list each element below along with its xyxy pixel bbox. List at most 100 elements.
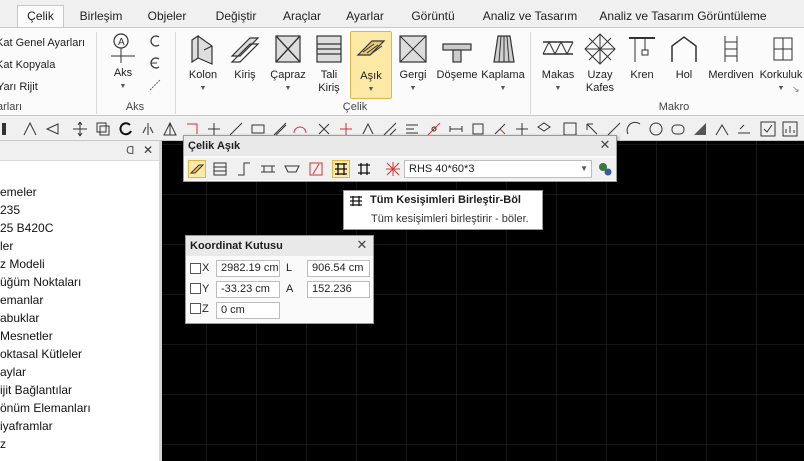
x-checkbox[interactable] bbox=[190, 263, 201, 274]
tree-item[interactable]: emanlar bbox=[0, 293, 43, 307]
aks-button[interactable]: A Aks ▼ bbox=[104, 31, 142, 99]
y-field[interactable]: -33.23 cm bbox=[216, 281, 280, 298]
tab-ayarlar[interactable]: Ayarlar bbox=[338, 6, 392, 27]
dialog-launcher-icon[interactable]: ↘ bbox=[792, 84, 800, 95]
aks-icon: A bbox=[111, 33, 135, 63]
pin-icon[interactable]: ᗡ bbox=[126, 144, 134, 157]
circle-icon[interactable] bbox=[648, 121, 664, 137]
rotate-icon[interactable] bbox=[118, 121, 134, 137]
x-label: X bbox=[202, 262, 210, 274]
chevron-down-icon: ▼ bbox=[580, 164, 588, 173]
tree-item[interactable]: ijit Bağlantılar bbox=[0, 383, 72, 397]
measure-angle-icon[interactable] bbox=[22, 121, 38, 137]
tree-item[interactable]: 235 bbox=[0, 203, 20, 217]
svg-text:A: A bbox=[118, 37, 125, 48]
asik-delete-icon[interactable] bbox=[308, 161, 324, 177]
tab-araclar[interactable]: Araçlar bbox=[276, 6, 328, 27]
z-label: Z bbox=[202, 303, 209, 315]
close-icon[interactable]: ✕ bbox=[598, 138, 612, 152]
intersection-icon[interactable] bbox=[385, 161, 401, 177]
makas-button[interactable]: Makas ▼ bbox=[536, 31, 580, 99]
yari-rijit-button[interactable]: Yarı Rijit bbox=[0, 77, 38, 97]
arc-icon[interactable] bbox=[626, 121, 642, 137]
kolon-button[interactable]: Kolon ▼ bbox=[183, 31, 223, 99]
mirror-icon[interactable] bbox=[140, 121, 156, 137]
tali-kiris-button[interactable]: Tali Kiriş bbox=[311, 31, 347, 99]
tooltip-title: Tüm Kesişimleri Birleştir-Böl bbox=[370, 194, 521, 206]
tab-analiz-tasarim-goruntuleme[interactable]: Analiz ve Tasarım Görüntüleme bbox=[598, 6, 768, 27]
tree-item[interactable]: ler bbox=[0, 239, 13, 253]
tali-kiris-label: Tali Kiriş bbox=[318, 69, 340, 94]
kiris-button[interactable]: Kiriş bbox=[226, 31, 264, 99]
korkuluk-icon bbox=[773, 37, 793, 61]
tree-item[interactable]: iyaframlar bbox=[0, 419, 53, 433]
kaplama-label: Kaplama bbox=[481, 69, 525, 81]
cloud-icon[interactable] bbox=[670, 121, 686, 137]
tree-item[interactable]: z Modeli bbox=[0, 257, 45, 271]
tree-item[interactable]: Mesnetler bbox=[0, 329, 53, 343]
uzay-kafes-button[interactable]: Uzay Kafes bbox=[582, 31, 618, 99]
section-settings-icon[interactable] bbox=[597, 161, 613, 177]
tab-analiz-tasarim[interactable]: Analiz ve Tasarım bbox=[478, 6, 582, 27]
kren-button[interactable]: Kren bbox=[622, 31, 662, 99]
capraz-label: Çapraz bbox=[270, 69, 306, 81]
tree-item[interactable]: oktasal Kütleler bbox=[0, 347, 82, 361]
kat-kopyala-button[interactable]: Kat Kopyala bbox=[0, 55, 55, 75]
aks-small-tool-1-icon[interactable] bbox=[148, 34, 162, 48]
close-icon[interactable]: ✕ bbox=[143, 143, 153, 157]
tab-celik[interactable]: Çelik bbox=[17, 5, 64, 28]
kiris-icon bbox=[230, 37, 260, 63]
kaplama-button[interactable]: Kaplama ▼ bbox=[480, 31, 526, 99]
scale-icon[interactable] bbox=[162, 121, 178, 137]
y-checkbox[interactable] bbox=[190, 283, 201, 294]
merge-split-icon[interactable] bbox=[356, 161, 372, 177]
dimension-icon[interactable] bbox=[736, 121, 752, 137]
tree-item[interactable]: üğüm Noktaları bbox=[0, 275, 81, 289]
arrow-left-icon[interactable] bbox=[44, 121, 60, 137]
hatch-icon[interactable] bbox=[692, 121, 708, 137]
z-field[interactable]: 0 cm bbox=[216, 302, 280, 319]
a-field[interactable]: 152.236 bbox=[307, 281, 370, 298]
move-icon[interactable] bbox=[72, 121, 88, 137]
tab-objeler[interactable]: Objeler bbox=[138, 6, 196, 27]
tree-item[interactable]: önüm Elemanları bbox=[0, 401, 91, 415]
l-field[interactable]: 906.54 cm bbox=[307, 260, 370, 277]
aks-small-tool-2-icon[interactable] bbox=[148, 56, 162, 70]
section-select[interactable]: RHS 40*60*3 ▼ bbox=[404, 160, 592, 178]
y-label: Y bbox=[202, 283, 210, 295]
tree-item[interactable]: abuklar bbox=[0, 311, 39, 325]
x-field[interactable]: 2982.19 cm bbox=[216, 260, 280, 277]
asik-parallel-icon[interactable] bbox=[212, 161, 228, 177]
merdiven-button[interactable]: Merdiven bbox=[705, 31, 757, 99]
asik-span-icon[interactable] bbox=[260, 161, 276, 177]
aks-group-label: Aks bbox=[125, 101, 145, 113]
tree-item[interactable]: z bbox=[0, 437, 6, 451]
hol-label: Hol bbox=[675, 69, 693, 81]
group-separator bbox=[96, 32, 97, 114]
capraz-button[interactable]: Çapraz ▼ bbox=[267, 31, 309, 99]
check-icon[interactable] bbox=[760, 121, 776, 137]
tab-birlesim[interactable]: Birleşim bbox=[70, 6, 132, 27]
tree-item[interactable]: aylar bbox=[0, 365, 26, 379]
z-checkbox[interactable] bbox=[190, 303, 201, 314]
tab-degistir[interactable]: Değiştir bbox=[204, 6, 268, 27]
toolbar-grip-icon bbox=[2, 123, 6, 135]
asik-button[interactable]: Aşık ▼ bbox=[350, 31, 392, 99]
asik-draw-icon[interactable] bbox=[188, 160, 206, 178]
aks-small-tool-3-icon[interactable] bbox=[148, 78, 162, 92]
hol-button[interactable]: Hol bbox=[666, 31, 702, 99]
merge-split-all-icon[interactable] bbox=[332, 160, 350, 178]
close-icon[interactable]: ✕ bbox=[355, 238, 369, 252]
doseme-button[interactable]: Döşeme bbox=[434, 31, 480, 99]
tree-item[interactable]: 25 B420C bbox=[0, 221, 53, 235]
hol-icon bbox=[671, 36, 697, 62]
chart-icon[interactable] bbox=[782, 121, 798, 137]
asik-profile-icon[interactable] bbox=[284, 161, 300, 177]
text-icon[interactable] bbox=[714, 121, 730, 137]
kat-genel-ayarlari-button[interactable]: Kat Genel Ayarları bbox=[0, 33, 85, 53]
asik-slope-icon[interactable] bbox=[236, 161, 252, 177]
tab-goruntu[interactable]: Görüntü bbox=[404, 6, 462, 27]
copy-icon[interactable] bbox=[95, 121, 111, 137]
tree-item[interactable]: emeler bbox=[0, 185, 37, 199]
gergi-button[interactable]: Gergi ▼ bbox=[395, 31, 431, 99]
